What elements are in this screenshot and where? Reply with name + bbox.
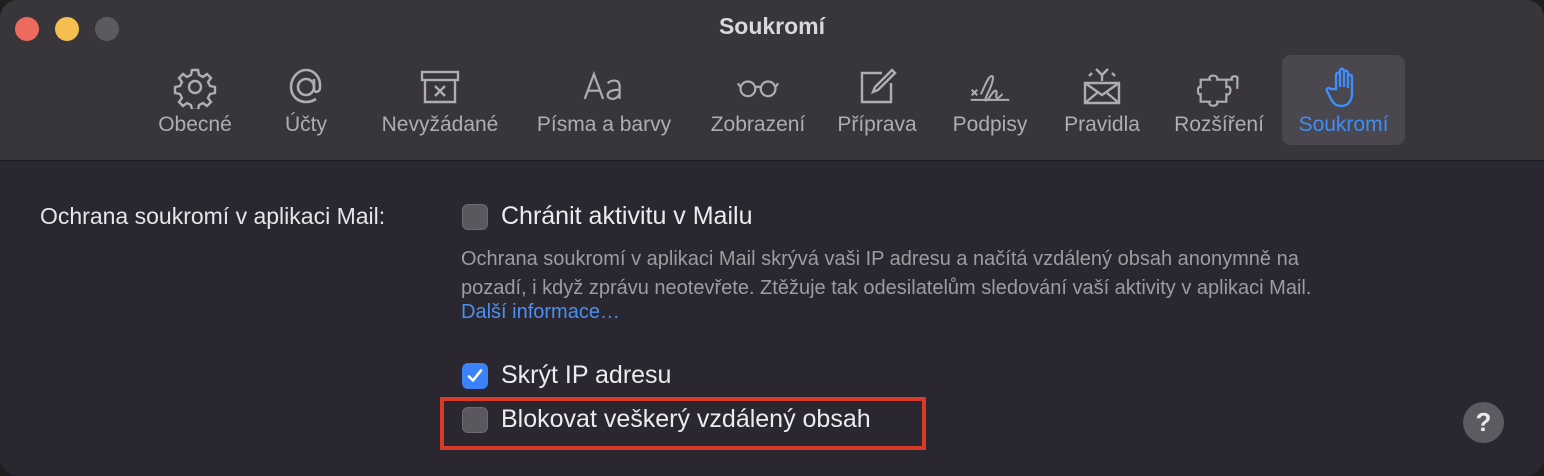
section-label: Ochrana soukromí v aplikaci Mail: bbox=[40, 203, 386, 229]
tab-accounts[interactable]: Účty bbox=[258, 55, 354, 145]
gear-icon bbox=[171, 63, 219, 111]
help-button[interactable]: ? bbox=[1463, 402, 1504, 443]
glasses-icon bbox=[734, 63, 782, 111]
tab-label: Rozšíření bbox=[1174, 113, 1264, 136]
tab-general[interactable]: Obecné bbox=[142, 55, 248, 145]
tab-label: Písma a barvy bbox=[536, 113, 672, 136]
tab-junk[interactable]: Nevyžádané bbox=[370, 55, 510, 145]
junk-tray-icon bbox=[416, 63, 464, 111]
tab-label: Soukromí bbox=[1298, 113, 1389, 136]
tab-label: Pravidla bbox=[1064, 113, 1140, 136]
tab-label: Nevyžádané bbox=[381, 113, 499, 136]
protect-mail-activity-label[interactable]: Chránit aktivitu v Mailu bbox=[501, 202, 752, 231]
tab-label: Zobrazení bbox=[710, 113, 806, 136]
preferences-toolbar: Obecné Účty Nevyžádané Písma a barvy Zob… bbox=[0, 55, 1544, 145]
tab-label: Příprava bbox=[837, 113, 917, 136]
hide-ip-label[interactable]: Skrýt IP adresu bbox=[501, 361, 671, 390]
tab-label: Podpisy bbox=[952, 113, 1028, 136]
preferences-window: Soukromí Obecné Účty Nevyžádané Písma a … bbox=[0, 0, 1544, 476]
compose-icon bbox=[853, 63, 901, 111]
tab-viewing[interactable]: Zobrazení bbox=[698, 55, 818, 145]
at-sign-icon bbox=[282, 63, 330, 111]
more-info-link[interactable]: Další informace… bbox=[461, 301, 620, 324]
titlebar: Soukromí Obecné Účty Nevyžádané Písma a … bbox=[0, 0, 1544, 161]
privacy-pane: Ochrana soukromí v aplikaci Mail: Chráni… bbox=[0, 161, 1544, 476]
tab-privacy[interactable]: Soukromí bbox=[1282, 55, 1405, 145]
protect-mail-activity-checkbox[interactable] bbox=[462, 204, 488, 230]
puzzle-icon bbox=[1195, 63, 1243, 111]
tab-rules[interactable]: Pravidla bbox=[1050, 55, 1154, 145]
hand-icon bbox=[1320, 63, 1368, 111]
tab-extensions[interactable]: Rozšíření bbox=[1162, 55, 1276, 145]
red-highlight-box bbox=[440, 397, 926, 450]
tab-signatures[interactable]: Podpisy bbox=[940, 55, 1040, 145]
checkmark-icon bbox=[467, 369, 483, 382]
tab-fonts-colors[interactable]: Písma a barvy bbox=[524, 55, 684, 145]
window-title: Soukromí bbox=[718, 13, 826, 39]
tab-label: Účty bbox=[285, 113, 327, 136]
tab-label: Obecné bbox=[158, 113, 232, 136]
tab-composing[interactable]: Příprava bbox=[826, 55, 928, 145]
font-aa-icon bbox=[580, 63, 628, 111]
description-line-2: pozadí, i když zprávu neotevřete. Ztěžuj… bbox=[461, 277, 1312, 299]
signature-icon bbox=[966, 63, 1014, 111]
privacy-description: Ochrana soukromí v aplikaci Mail skrývá … bbox=[461, 245, 1501, 303]
rules-envelope-icon bbox=[1078, 63, 1126, 111]
hide-ip-checkbox[interactable] bbox=[462, 363, 488, 389]
description-line-1: Ochrana soukromí v aplikaci Mail skrývá … bbox=[461, 248, 1299, 270]
